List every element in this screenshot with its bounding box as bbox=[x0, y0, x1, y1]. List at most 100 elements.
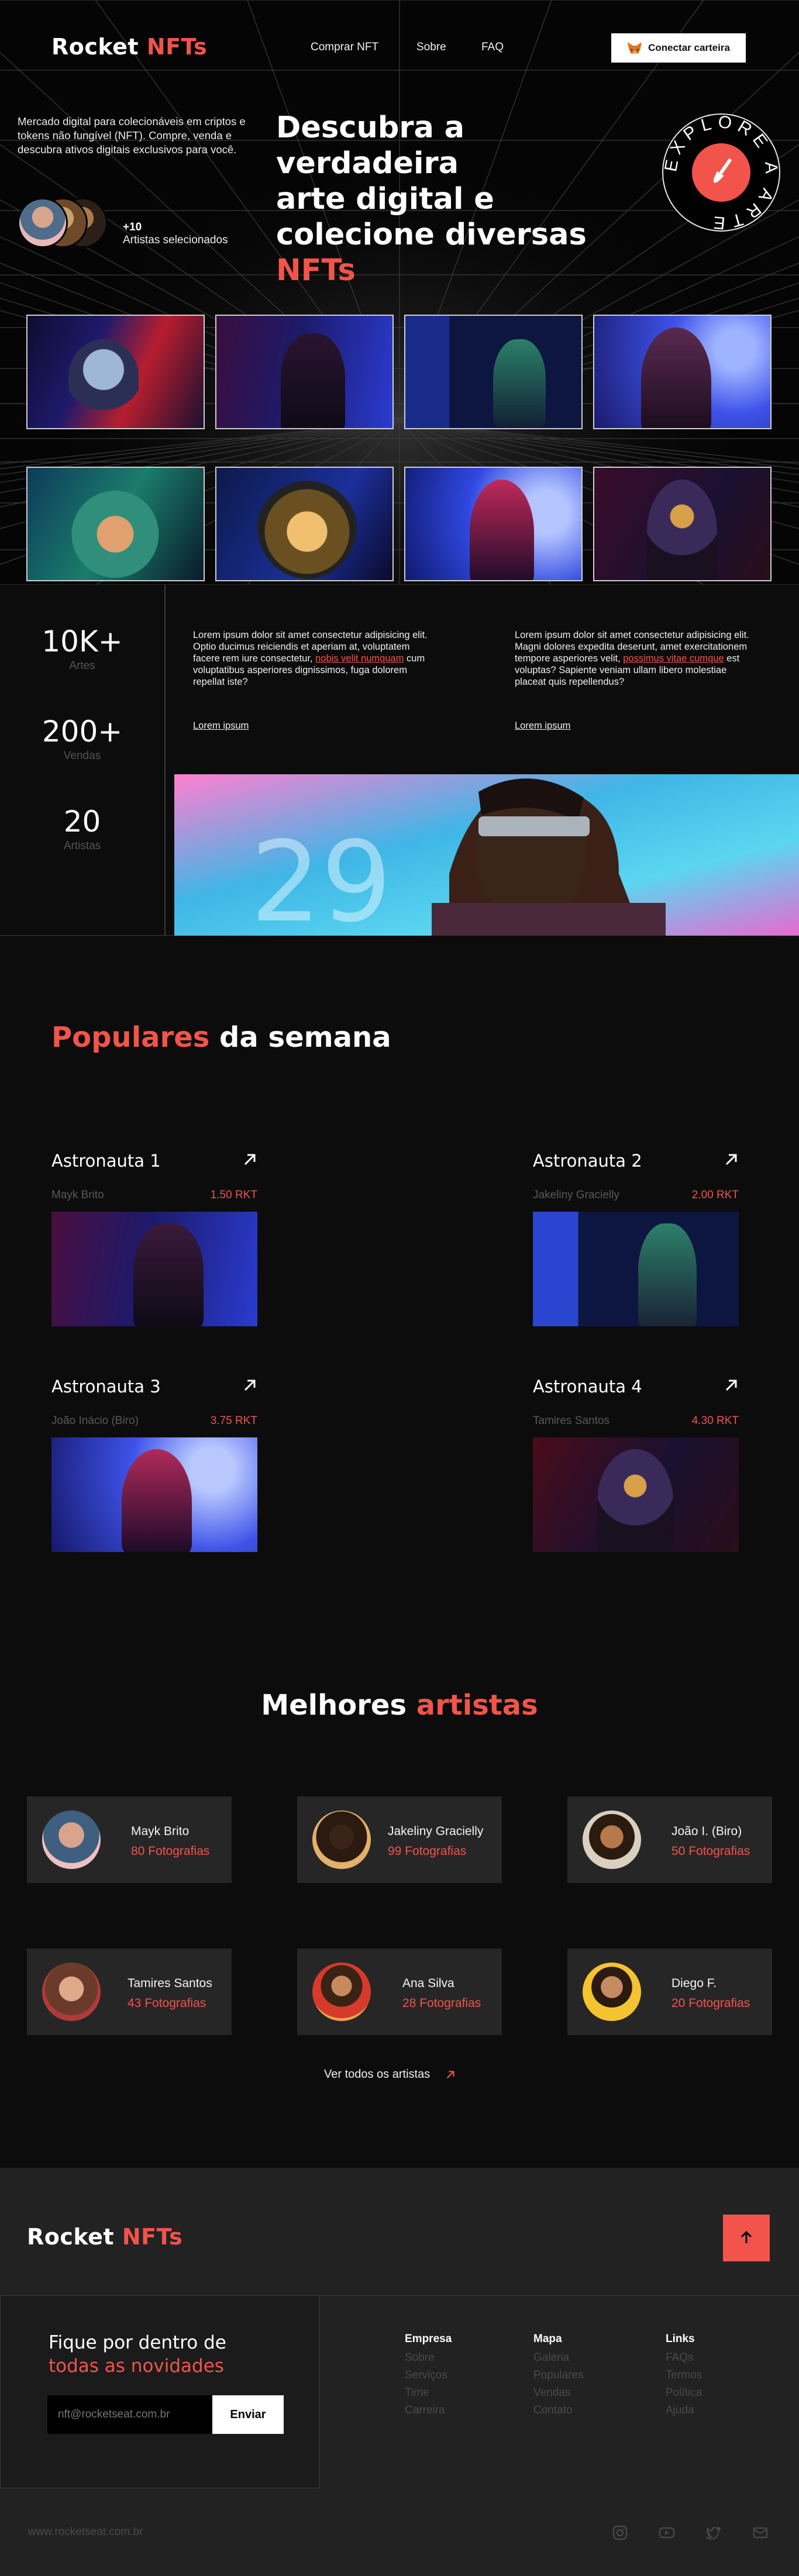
stat-value: 10K+ bbox=[42, 625, 123, 658]
stats-divider bbox=[164, 585, 166, 936]
nft-card[interactable]: Astronauta 4 Tamires Santos 4.30 RKT bbox=[533, 1377, 739, 1552]
nav-faq[interactable]: FAQ bbox=[481, 41, 504, 54]
artistas-title-main: Melhores bbox=[261, 1689, 407, 1722]
hero-title-line: arte digital e bbox=[276, 182, 494, 216]
nft-price: 2.00 RKT bbox=[691, 1189, 739, 1201]
nav-comprar-nft[interactable]: Comprar NFT bbox=[311, 41, 378, 54]
artistas-title: Melhores artistas bbox=[0, 1689, 799, 1722]
artist-card[interactable]: Jakeliny Gracielly 99 Fotografias bbox=[297, 1796, 502, 1883]
youtube-icon[interactable] bbox=[659, 2525, 675, 2541]
footer-link[interactable]: Serviços bbox=[405, 2369, 447, 2382]
gallery-image-5[interactable] bbox=[26, 467, 205, 581]
hero-avatar-stack bbox=[18, 198, 117, 250]
populares-title: Populares da semana bbox=[51, 1021, 391, 1054]
newsletter-title-main: Fique por dentro de bbox=[49, 2332, 226, 2353]
footer-url: www.rocketseat.com.br bbox=[28, 2526, 143, 2538]
gallery-image-6[interactable] bbox=[215, 467, 394, 581]
logo-main: Rocket bbox=[27, 2224, 115, 2250]
hero-title-accent: NFTs bbox=[276, 253, 356, 288]
artist-card[interactable]: Diego F. 20 Fotografias bbox=[567, 1949, 772, 2035]
connect-wallet-label: Conectar carteira bbox=[648, 42, 730, 53]
artist-photo-count: 20 Fotografias bbox=[671, 1996, 750, 2010]
nft-image[interactable] bbox=[533, 1212, 739, 1326]
about-inline-link[interactable]: nobis velit numquam bbox=[315, 653, 404, 664]
header-logo[interactable]: Rocket NFTs bbox=[51, 34, 207, 60]
connect-wallet-button[interactable]: Conectar carteira bbox=[611, 33, 746, 63]
footer-logo[interactable]: Rocket NFTs bbox=[27, 2224, 182, 2250]
about-text-2: Lorem ipsum dolor sit amet consectetur a… bbox=[515, 629, 760, 688]
footer-link[interactable]: Vendas bbox=[533, 2387, 570, 2399]
back-to-top-button[interactable] bbox=[723, 2215, 770, 2261]
avatar bbox=[18, 198, 68, 248]
gallery-image-1[interactable] bbox=[26, 315, 205, 429]
footer-link[interactable]: Contato bbox=[533, 2404, 573, 2417]
arrow-up-right-icon[interactable] bbox=[724, 1378, 739, 1393]
nft-card[interactable]: Astronauta 3 João Inácio (Biro) 3.75 RKT bbox=[51, 1377, 257, 1552]
artist-photo-count: 43 Fotografias bbox=[128, 1996, 206, 2010]
footer-link[interactable]: Política bbox=[666, 2387, 702, 2399]
nft-image[interactable] bbox=[51, 1212, 257, 1326]
explore-art-badge[interactable]: EXPLORE A ARTE bbox=[661, 112, 781, 233]
see-all-artists-link[interactable]: Ver todos os artistas bbox=[324, 2068, 456, 2081]
hero-title-line: colecione diversas bbox=[276, 218, 587, 252]
footer-link[interactable]: Ajuda bbox=[666, 2404, 694, 2417]
gallery-image-7[interactable] bbox=[404, 467, 583, 581]
nft-card[interactable]: Astronauta 2 Jakeliny Gracielly 2.00 RKT bbox=[533, 1151, 739, 1326]
populares-title-rest: da semana bbox=[219, 1021, 391, 1054]
newsletter-title: Fique por dentro de todas as novidades bbox=[49, 2331, 226, 2378]
about-link-2[interactable]: Lorem ipsum bbox=[515, 720, 570, 732]
footer-link[interactable]: Sobre bbox=[405, 2351, 435, 2364]
avatar bbox=[583, 1811, 641, 1869]
nft-price: 4.30 RKT bbox=[691, 1415, 739, 1427]
artist-name: Diego F. bbox=[671, 1977, 717, 1990]
arrow-up-right-icon[interactable] bbox=[242, 1378, 257, 1393]
gallery-image-2[interactable] bbox=[215, 315, 394, 429]
footer-link[interactable]: Carreira bbox=[405, 2404, 445, 2417]
artist-name: Tamires Santos bbox=[128, 1977, 212, 1990]
nft-image[interactable] bbox=[533, 1437, 739, 1552]
artist-card[interactable]: Mayk Brito 80 Fotografias bbox=[27, 1796, 232, 1883]
footer-link[interactable]: Populares bbox=[533, 2369, 584, 2382]
nav-sobre[interactable]: Sobre bbox=[416, 41, 446, 54]
twitter-icon[interactable] bbox=[705, 2525, 722, 2541]
newsletter-email-input[interactable] bbox=[47, 2395, 212, 2434]
page: Rocket NFTs Comprar NFT Sobre FAQ Conect… bbox=[0, 0, 799, 2576]
logo-main: Rocket bbox=[51, 34, 139, 60]
stat-value: 20 bbox=[63, 805, 101, 839]
stats-section: 10K+ Artes 200+ Vendas 20 Artistas Lorem… bbox=[0, 585, 799, 936]
nft-image[interactable] bbox=[51, 1437, 257, 1552]
arrow-up-right-icon[interactable] bbox=[242, 1152, 257, 1167]
mail-icon[interactable] bbox=[752, 2525, 769, 2541]
arrow-up-right-icon[interactable] bbox=[724, 1152, 739, 1167]
nft-price: 3.75 RKT bbox=[210, 1415, 257, 1427]
stat-label: Vendas bbox=[63, 750, 101, 762]
footer-link[interactable]: Termos bbox=[666, 2369, 702, 2382]
nft-name: Astronauta 1 bbox=[51, 1151, 161, 1171]
artist-card[interactable]: João I. (Biro) 50 Fotografias bbox=[567, 1796, 772, 1883]
banner-neon-sign: 29 bbox=[250, 818, 392, 936]
hero-section: Rocket NFTs Comprar NFT Sobre FAQ Conect… bbox=[0, 0, 799, 585]
artistas-title-accent: artistas bbox=[416, 1689, 538, 1722]
gallery-image-8[interactable] bbox=[593, 467, 772, 581]
about-link-1[interactable]: Lorem ipsum bbox=[193, 720, 249, 732]
footer-link[interactable]: Time bbox=[405, 2387, 429, 2399]
gallery-image-4[interactable] bbox=[593, 315, 772, 429]
populares-title-accent: Populares bbox=[51, 1021, 210, 1054]
stat-label: Artes bbox=[69, 660, 95, 672]
instagram-icon[interactable] bbox=[612, 2525, 628, 2541]
cyberpunk-banner-image: 29 bbox=[174, 774, 799, 936]
artist-card[interactable]: Ana Silva 28 Fotografias bbox=[297, 1949, 502, 2035]
avatar bbox=[42, 1811, 101, 1869]
nft-card[interactable]: Astronauta 1 Mayk Brito 1.50 RKT bbox=[51, 1151, 257, 1326]
gallery-image-3[interactable] bbox=[404, 315, 583, 429]
artist-name: Mayk Brito bbox=[131, 1825, 190, 1838]
newsletter-send-button[interactable]: Enviar bbox=[212, 2395, 284, 2434]
nft-artist: Mayk Brito bbox=[51, 1189, 104, 1201]
about-inline-link[interactable]: possimus vitae cumque bbox=[623, 653, 724, 664]
artist-photo-count: 99 Fotografias bbox=[388, 1844, 467, 1858]
stat-label: Artistas bbox=[63, 840, 101, 852]
nft-name: Astronauta 3 bbox=[51, 1377, 161, 1396]
footer-link[interactable]: Galeria bbox=[533, 2351, 569, 2364]
footer-link[interactable]: FAQs bbox=[666, 2351, 694, 2364]
artist-card[interactable]: Tamires Santos 43 Fotografias bbox=[27, 1949, 232, 2035]
